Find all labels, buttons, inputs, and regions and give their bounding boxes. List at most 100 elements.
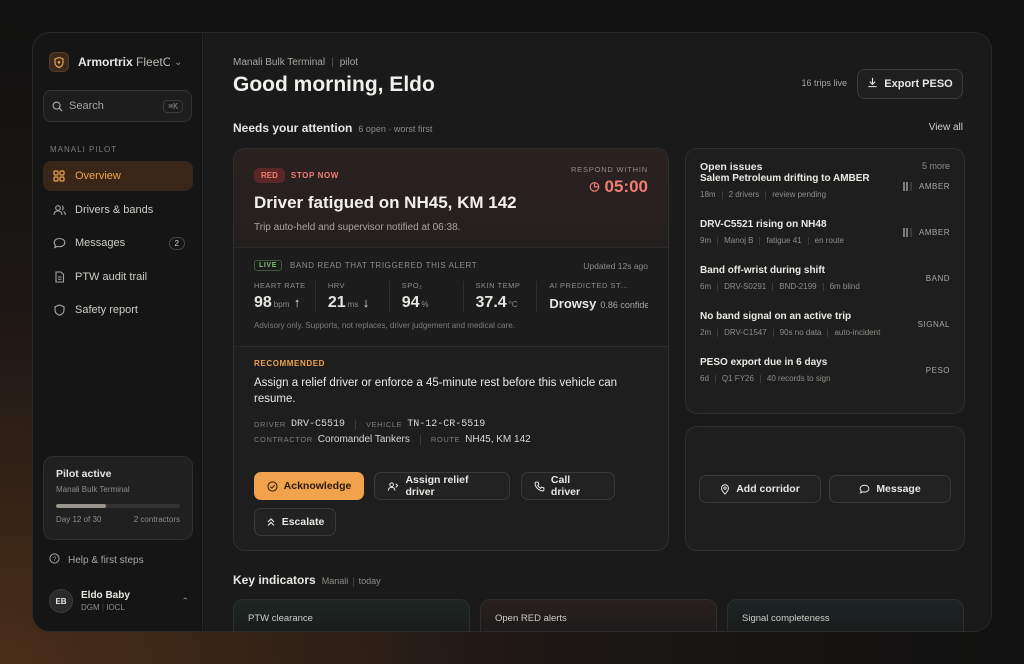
brand-name: Armortrix FleetOps	[78, 55, 170, 69]
view-all-link[interactable]: View all	[929, 122, 963, 133]
kpi-card-signal-completeness[interactable]: Signal completeness	[727, 599, 964, 631]
sidebar-item-label: Messages	[75, 237, 126, 249]
add-corridor-label: Add corridor	[736, 483, 800, 495]
pilot-day: Day 12 of 30	[56, 515, 102, 524]
acknowledge-button[interactable]: Acknowledge	[254, 472, 364, 500]
issue-meta: 9m	[700, 236, 712, 245]
trend-up-icon: ↑	[293, 295, 301, 310]
open-issues-title: Open issues	[700, 161, 763, 173]
issue-meta: 40 records to sign	[766, 374, 831, 383]
kpi-label: PTW clearance	[248, 613, 313, 624]
issue-item[interactable]: Salem Petroleum drifting to AMBER 18m 2 d…	[700, 173, 950, 219]
metric-label: AI PREDICTED STATE	[549, 281, 630, 290]
metric-value: 94	[401, 294, 420, 311]
shield-icon	[51, 302, 67, 318]
help-circle-icon: ?	[49, 553, 60, 567]
escalate-label: Escalate	[281, 516, 325, 528]
issue-meta: 2m	[700, 328, 712, 337]
open-issues-panel: Open issues 5 more Salem Petroleum drift…	[685, 148, 965, 414]
search-label: Search	[69, 100, 104, 112]
kpi-card-open-red-alerts[interactable]: Open RED alerts	[480, 599, 717, 631]
page-title: Good morning, Eldo	[233, 73, 435, 96]
user-role: DGM | IOCL	[81, 603, 125, 612]
chevron-up-icon: ⌃	[181, 595, 189, 606]
issue-tag: AMBER	[919, 228, 950, 237]
trend-down-icon: ↓	[362, 295, 370, 310]
metric-unit: ms	[347, 300, 359, 309]
sidebar-item-ptw-audit[interactable]: PTW audit trail	[43, 262, 193, 292]
search-input[interactable]: Search ⌘K	[43, 90, 192, 122]
phone-icon	[534, 481, 545, 492]
avatar: EB	[49, 589, 73, 613]
users-icon	[51, 202, 67, 218]
issue-tag: SIGNAL	[917, 320, 950, 329]
recommended-text: Assign a relief driver or enforce a 45-m…	[254, 377, 618, 405]
issue-meta: Manoj B	[724, 236, 754, 245]
sidebar-item-messages[interactable]: Messages 2	[43, 228, 193, 258]
message-label: Message	[876, 483, 921, 495]
pilot-site: Manali Bulk Terminal	[56, 485, 130, 494]
chat-icon	[51, 235, 67, 251]
breadcrumb-site[interactable]: Manali Bulk Terminal	[233, 57, 325, 68]
alert-header: RED STOP NOW Driver fatigued on NH45, KM …	[234, 149, 668, 247]
metric-confidence: 0.86 confidence	[600, 300, 648, 310]
sidebar-item-drivers[interactable]: Drivers & bands	[43, 195, 193, 225]
message-button[interactable]: Message	[829, 475, 951, 503]
pilot-status-card: Pilot active Manali Bulk Terminal Day 12…	[43, 456, 193, 540]
kpi-card-ptw-clearance[interactable]: PTW clearance	[233, 599, 470, 631]
issue-item[interactable]: No band signal on an active trip 2m DRV-C…	[700, 311, 950, 357]
issue-item[interactable]: DRV-C5521 rising on NH48 9m Manoj Bfatigu…	[700, 219, 950, 265]
breadcrumb: Manali Bulk Terminal | pilot	[233, 57, 359, 68]
sidebar-item-label: Drivers & bands	[75, 203, 154, 216]
issue-item[interactable]: Band off-wrist during shift 6m DRV-S0291 B…	[700, 265, 950, 311]
contractor-name: Coromandel Tankers	[317, 434, 410, 445]
band-updated: Updated 12s ago	[583, 260, 648, 271]
attention-heading: Needs your attention 6 open · worst first	[233, 121, 432, 135]
metric-value: 98	[254, 294, 272, 311]
user-menu[interactable]: EB Eldo Baby DGM | IOCL ⌃	[49, 589, 189, 613]
issue-meta: DRV-S0291	[724, 282, 767, 291]
issue-item[interactable]: PESO export due in 6 days 6d Q1 FY26 40 re…	[700, 357, 950, 403]
issue-meta: 6m	[700, 282, 712, 291]
severity-badge: RED	[254, 168, 285, 183]
sidebar-item-safety-report[interactable]: Safety report	[43, 295, 193, 325]
metric-skin-temp: SKIN TEMP 37.4 °C	[476, 281, 538, 312]
issue-title: No band signal on an active trip	[700, 311, 852, 322]
sidebar-item-overview[interactable]: Overview	[43, 161, 193, 191]
help-label: Help & first steps	[68, 554, 144, 566]
export-peso-button[interactable]: Export PESO	[857, 69, 963, 99]
alert-card: RED STOP NOW Driver fatigued on NH45, KM …	[233, 148, 669, 551]
issue-meta: 6d	[700, 374, 709, 383]
metric-label: HEART RATE	[254, 281, 306, 290]
driver-key: DRIVER	[254, 420, 286, 429]
recommended-label: RECOMMENDED	[254, 359, 326, 368]
user-swap-icon	[387, 481, 399, 492]
vehicle-id: TN-12-CR-5519	[407, 419, 486, 430]
add-corridor-button[interactable]: Add corridor	[699, 475, 821, 503]
brand-switcher[interactable]: Armortrix FleetOps ⌄	[49, 52, 189, 72]
call-driver-button[interactable]: Call driver	[520, 472, 615, 500]
quick-actions-panel: Add corridor Message	[685, 426, 965, 551]
file-icon	[51, 269, 67, 285]
sidebar-item-label: Overview	[75, 170, 121, 182]
metric-label: HRV	[327, 281, 346, 290]
chevron-down-icon: ⌄	[174, 56, 183, 68]
issue-tag: AMBER	[919, 182, 950, 191]
escalate-button[interactable]: Escalate	[254, 508, 336, 536]
pilot-progress-bar	[56, 504, 180, 508]
user-name: Eldo Baby	[81, 590, 130, 601]
issue-title: Band off-wrist during shift	[700, 265, 825, 276]
issue-meta: DRV-C1547	[724, 328, 767, 337]
metric-value: Drowsy	[549, 296, 597, 311]
export-label: Export PESO	[884, 78, 953, 90]
issue-title: PESO export due in 6 days	[700, 357, 828, 368]
respond-timer: RESPOND WITHIN ◷ 05:00	[571, 165, 648, 197]
alert-status: STOP NOW	[290, 171, 339, 180]
more-issues-link[interactable]: 5 more	[922, 161, 950, 173]
download-icon	[867, 77, 878, 91]
assign-relief-button[interactable]: Assign relief driver	[374, 472, 511, 500]
help-link[interactable]: ? Help & first steps	[49, 553, 144, 567]
attention-title: Needs your attention	[233, 121, 353, 135]
issue-meta: BND-2199	[779, 282, 817, 291]
kpi-label: Signal completeness	[742, 613, 830, 624]
